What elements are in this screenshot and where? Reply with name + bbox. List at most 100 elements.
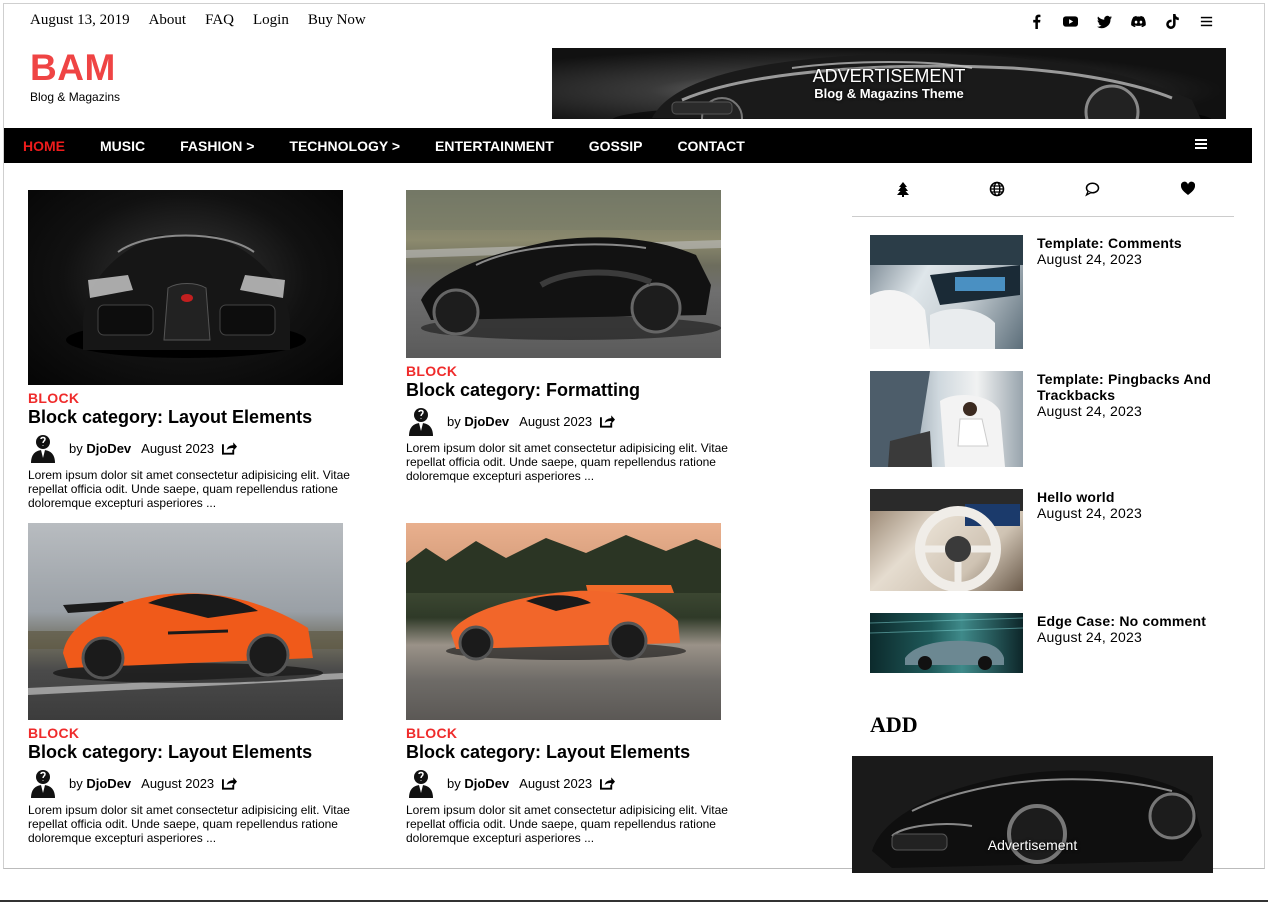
post-title[interactable]: Block category: Formatting (406, 380, 746, 401)
post-category[interactable]: BLOCK (406, 363, 746, 379)
post-title[interactable]: Block category: Layout Elements (28, 407, 368, 428)
author-avatar[interactable] (406, 406, 436, 436)
nav-item-gossip[interactable]: GOSSIP (589, 138, 643, 154)
recent-post-title[interactable]: Edge Case: No comment (1037, 613, 1227, 629)
recent-post-date: August 24, 2023 (1037, 629, 1142, 645)
recent-post-date: August 24, 2023 (1037, 505, 1142, 521)
post-title[interactable]: Block category: Layout Elements (28, 742, 368, 763)
recent-post-thumbnail[interactable] (870, 613, 1023, 673)
post-thumbnail[interactable] (28, 190, 343, 385)
by-label: by (447, 413, 461, 429)
post-card: BLOCK Block category: Layout Elements by… (406, 523, 746, 845)
recent-post-item[interactable]: Template: Comments August 24, 2023 (870, 235, 1240, 350)
recent-post-title[interactable]: Template: Comments (1037, 235, 1227, 251)
post-thumbnail[interactable] (406, 190, 721, 358)
ad-subtitle: Blog & Magazins Theme (814, 86, 964, 101)
about-link[interactable]: About (149, 12, 187, 29)
author-avatar[interactable] (28, 433, 58, 463)
recent-post-thumbnail[interactable] (870, 371, 1023, 467)
recent-post-item[interactable]: Template: Pingbacks And Trackbacks Augus… (870, 371, 1240, 467)
main-navigation: HOME MUSIC FASHION > TECHNOLOGY > ENTERT… (4, 128, 1252, 163)
author-name[interactable]: DjoDev (86, 776, 131, 791)
post-excerpt: Lorem ipsum dolor sit amet consectetur a… (406, 441, 728, 483)
author-name[interactable]: DjoDev (464, 414, 509, 429)
faq-link[interactable]: FAQ (205, 12, 234, 29)
post-author[interactable]: by DjoDev (447, 414, 509, 429)
recent-post-item[interactable]: Edge Case: No comment August 24, 2023 (870, 613, 1240, 673)
sidebar-advertisement[interactable]: Advertisement (852, 756, 1213, 873)
author-avatar[interactable] (28, 768, 58, 798)
nav-item-contact[interactable]: CONTACT (677, 138, 744, 154)
ad-title: ADVERTISEMENT (812, 66, 966, 86)
header-advertisement[interactable]: ADVERTISEMENT Blog & Magazins Theme (552, 48, 1226, 119)
by-label: by (69, 440, 83, 456)
author-name[interactable]: DjoDev (86, 441, 131, 456)
twitter-icon[interactable] (1095, 12, 1114, 30)
post-author[interactable]: by DjoDev (69, 441, 131, 456)
buy-now-link[interactable]: Buy Now (308, 12, 366, 29)
post-category[interactable]: BLOCK (28, 390, 368, 406)
post-meta: by DjoDev August 2023 (28, 768, 368, 798)
post-excerpt: Lorem ipsum dolor sit amet consectetur a… (28, 468, 350, 510)
share-icon[interactable] (222, 441, 238, 455)
nav-item-technology[interactable]: TECHNOLOGY > (289, 138, 400, 154)
by-label: by (447, 775, 461, 791)
social-links (1027, 12, 1216, 30)
post-card: BLOCK Block category: Formatting by DjoD… (406, 190, 746, 483)
post-thumbnail[interactable] (28, 523, 343, 720)
author-name[interactable]: DjoDev (464, 776, 509, 791)
sidebar-ad-label: Advertisement (987, 837, 1078, 853)
share-icon[interactable] (222, 776, 238, 790)
share-icon[interactable] (600, 414, 616, 428)
current-date: August 13, 2019 (30, 12, 130, 28)
site-logo[interactable]: BAM (30, 48, 120, 88)
discord-icon[interactable] (1129, 12, 1148, 30)
recent-post-title[interactable]: Hello world (1037, 489, 1227, 505)
post-date: August 2023 (141, 440, 215, 456)
recent-post-date: August 24, 2023 (1037, 251, 1142, 267)
nav-item-home[interactable]: HOME (23, 138, 65, 154)
sidebar-tabs (852, 176, 1234, 217)
bottom-divider (0, 900, 1268, 902)
post-date: August 2023 (141, 775, 215, 791)
by-label: by (69, 775, 83, 791)
menu-icon[interactable] (1197, 12, 1216, 30)
post-card: BLOCK Block category: Layout Elements by… (28, 523, 368, 845)
post-card: BLOCK Block category: Layout Elements by… (28, 190, 368, 510)
globe-icon[interactable] (989, 181, 1005, 197)
recent-post-item[interactable]: Hello world August 24, 2023 (870, 489, 1240, 591)
recent-post-title[interactable]: Template: Pingbacks And Trackbacks (1037, 371, 1227, 403)
youtube-icon[interactable] (1061, 12, 1080, 30)
share-icon[interactable] (600, 776, 616, 790)
post-category[interactable]: BLOCK (406, 725, 746, 741)
post-author[interactable]: by DjoDev (447, 776, 509, 791)
sidebar-ad-heading: ADD (870, 712, 918, 737)
nav-menu-icon[interactable] (1194, 137, 1208, 151)
sidebar-ad-car-image (852, 756, 1213, 873)
recent-post-date: August 24, 2023 (1037, 403, 1142, 419)
post-category[interactable]: BLOCK (28, 725, 368, 741)
recent-post-thumbnail[interactable] (870, 235, 1023, 349)
comment-icon[interactable] (1084, 181, 1100, 197)
post-author[interactable]: by DjoDev (69, 776, 131, 791)
post-meta: by DjoDev August 2023 (28, 433, 368, 463)
post-date: August 2023 (519, 413, 593, 429)
top-bar: August 13, 2019 About FAQ Login Buy Now (30, 12, 366, 29)
author-avatar[interactable] (406, 768, 436, 798)
tree-icon[interactable] (895, 181, 911, 197)
heart-icon[interactable] (1180, 181, 1196, 197)
facebook-icon[interactable] (1027, 12, 1046, 30)
nav-item-entertainment[interactable]: ENTERTAINMENT (435, 138, 554, 154)
post-title[interactable]: Block category: Layout Elements (406, 742, 746, 763)
recent-post-thumbnail[interactable] (870, 489, 1023, 591)
post-excerpt: Lorem ipsum dolor sit amet consectetur a… (406, 803, 728, 845)
nav-item-fashion[interactable]: FASHION > (180, 138, 254, 154)
site-tagline: Blog & Magazins (30, 90, 121, 104)
post-thumbnail[interactable] (406, 523, 721, 720)
nav-item-music[interactable]: MUSIC (100, 138, 145, 154)
post-date: August 2023 (519, 775, 593, 791)
login-link[interactable]: Login (253, 12, 289, 29)
post-excerpt: Lorem ipsum dolor sit amet consectetur a… (28, 803, 350, 845)
site-branding[interactable]: BAM Blog & Magazins (30, 48, 121, 105)
tiktok-icon[interactable] (1163, 12, 1182, 30)
